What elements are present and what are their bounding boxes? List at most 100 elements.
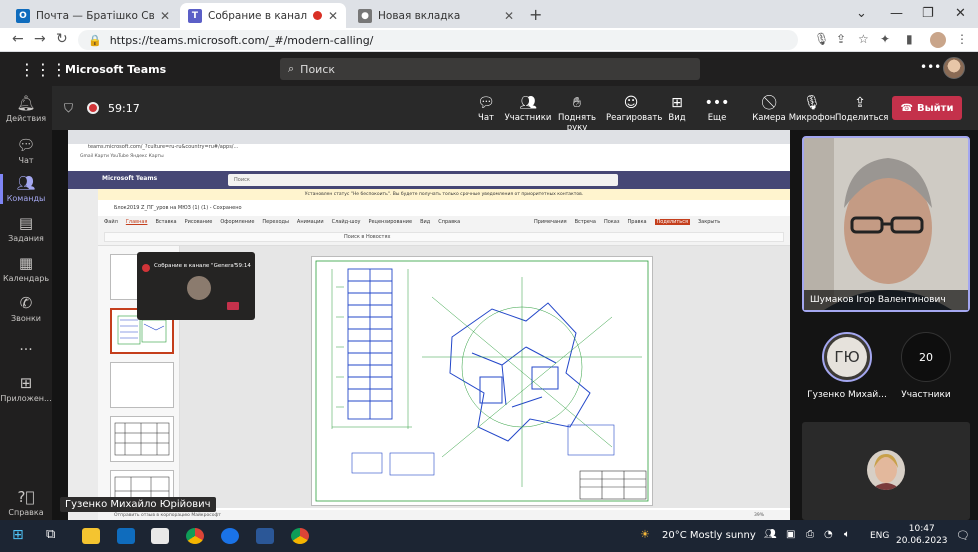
react-button[interactable]: ☺ Реагировать [606, 95, 662, 123]
more-options-icon[interactable]: ••• [920, 60, 941, 74]
notification-icon[interactable]: 🗨︎ [956, 529, 970, 542]
browser-tab-teams[interactable]: T Собрание в канале "Genera ✕ [180, 3, 346, 28]
close-tab-icon[interactable]: ✕ [160, 9, 170, 23]
side-panel-icon[interactable]: ▮ [906, 32, 913, 46]
mini-avatar [187, 276, 211, 300]
url-field[interactable]: 🔒 https://teams.microsoft.com/_#/modern-… [78, 30, 798, 50]
chat-icon: 💬︎ [16, 136, 36, 154]
share-button[interactable]: ⇪ Поделиться [835, 95, 888, 123]
browser-tab-outlook[interactable]: O Почта — Братішко Світлана Ми... ✕ [8, 3, 178, 28]
windows-start-icon[interactable]: ⊞ [12, 527, 24, 543]
shared-browser-tabs [68, 130, 790, 144]
shared-url: teams.microsoft.com/_?culture=ru-ru&coun… [68, 144, 790, 154]
people-icon[interactable]: 👥︎ [764, 529, 777, 540]
volume-icon[interactable]: 🔈︎ [844, 529, 850, 540]
slide-thumb [110, 362, 174, 408]
mic-permission-icon[interactable]: 🎙 [814, 32, 829, 46]
rail-item-calendar[interactable]: ▦ Календарь [0, 254, 52, 283]
chrome-taskbar-icon-2[interactable] [291, 528, 309, 544]
printer-icon[interactable]: ⎙ [806, 529, 814, 540]
network-icon[interactable]: ◔ [824, 529, 833, 540]
slide-thumb [110, 416, 174, 462]
task-view-icon[interactable]: ⧉ [46, 527, 55, 542]
rail-item-apps[interactable]: ⊞ Приложен... [0, 374, 52, 403]
weather-text[interactable]: 20°C Mostly sunny [662, 530, 756, 541]
recording-icon [312, 11, 322, 20]
meeting-timer: 59:17 [108, 102, 140, 115]
rail-item-assignments[interactable]: ▤ Задания [0, 214, 52, 243]
browser-menu-icon[interactable]: ⋮ [956, 32, 968, 46]
forward-icon[interactable]: → [34, 31, 46, 47]
rail-item-help[interactable]: ?⃝ Справка [0, 488, 52, 517]
participant-count-bubble[interactable]: 20 [901, 332, 951, 382]
participants-icon: 👥︎ [519, 95, 537, 111]
teams-brand: Microsoft Teams [65, 63, 167, 76]
app-badge-icon[interactable] [221, 528, 239, 544]
extensions-icon[interactable]: ✦ [880, 32, 890, 46]
left-app-rail: 🔔︎ Действия 💬︎ Чат 👥︎ Команды ▤ Задания ▦ Кал… [0, 86, 52, 520]
file-explorer-icon[interactable] [82, 528, 100, 544]
leave-button[interactable]: ☎ Выйти [892, 96, 962, 120]
calendar-icon: ▦ [18, 254, 34, 272]
recording-indicator-icon [87, 102, 99, 114]
teams-tray-icon[interactable]: ▣ [786, 529, 795, 540]
apps-icon: ⊞ [19, 374, 33, 392]
more-icon: ••• [704, 95, 730, 111]
search-icon: ⌕ [288, 62, 295, 75]
participant-small-avatar [867, 450, 905, 490]
close-tab-icon[interactable]: ✕ [328, 9, 338, 23]
rail-item-chat[interactable]: 💬︎ Чат [0, 136, 52, 165]
chrome-icon: ● [358, 8, 372, 23]
chrome-taskbar-icon[interactable] [186, 528, 204, 544]
rail-item-teams[interactable]: 👥︎ Команды [0, 174, 52, 204]
architectural-drawing [311, 256, 653, 506]
weather-icon: ☀ [640, 528, 650, 541]
app-launcher-icon[interactable]: ⋮⋮⋮ [19, 60, 67, 79]
shared-screen: teams.microsoft.com/_?culture=ru-ru&coun… [68, 130, 790, 522]
participant-avatar-gyu[interactable]: ГЮ [822, 332, 872, 382]
mini-meeting-window: Собрание в канале "Genera" 59:14 [137, 252, 255, 320]
lock-icon: 🔒 [88, 33, 102, 47]
help-icon: ?⃝ [17, 488, 35, 506]
language-indicator[interactable]: ENG [870, 531, 889, 541]
new-tab-icon[interactable]: + [529, 5, 542, 24]
rail-item-calls[interactable]: ✆ Звонки [0, 294, 52, 323]
rail-item-activity[interactable]: 🔔︎ Действия [0, 94, 52, 123]
back-icon[interactable]: ← [12, 31, 24, 47]
participant-count-label: Участники [901, 390, 951, 400]
raise-hand-button[interactable]: ✋︎ Поднять руку [552, 95, 602, 133]
teams-icon: T [188, 8, 202, 23]
browser-tab-new[interactable]: ● Новая вкладка ✕ [350, 3, 522, 28]
shared-doc-title: Блок2019 Z_ПГ_уров на МЮЗ (1) (1) - Сохр… [98, 200, 790, 216]
rail-item-more[interactable]: ... [0, 338, 52, 354]
teams-people-icon: 👥︎ [16, 174, 36, 192]
close-window-icon[interactable]: ✕ [955, 6, 966, 21]
word-icon[interactable] [256, 528, 274, 544]
store-icon[interactable] [151, 528, 169, 544]
profile-avatar[interactable] [930, 32, 946, 48]
hangup-icon: ☎ [900, 102, 913, 114]
participant-name-main: Шумаков Ігор Валентинович [804, 290, 968, 310]
tab-search-icon[interactable]: ⌄ [856, 6, 867, 21]
share-page-icon[interactable]: ⇪ [836, 32, 846, 46]
taskbar-clock[interactable]: 10:47 20.06.2023 [896, 523, 948, 547]
user-avatar[interactable] [943, 57, 965, 79]
shared-dnd-warning: Установлен статус "Не беспокоить". Вы бу… [98, 189, 790, 200]
reload-icon[interactable]: ↻ [56, 31, 68, 47]
mini-hangup-icon [227, 302, 239, 310]
shared-news-search: Поиск в Новостях [344, 234, 391, 240]
shared-search: Поиск [228, 174, 618, 186]
shared-teams-brand: Microsoft Teams [102, 175, 158, 182]
hand-icon: ✋︎ [573, 95, 581, 111]
mail-icon[interactable] [117, 528, 135, 544]
more-button[interactable]: ••• Еще [692, 95, 742, 123]
restore-icon[interactable]: ❐ [922, 6, 934, 21]
bookmark-star-icon[interactable]: ☆ [858, 32, 869, 46]
teams-search-input[interactable]: ⌕ Поиск [280, 58, 700, 80]
close-tab-icon[interactable]: ✕ [504, 9, 514, 23]
participant-video-main[interactable] [802, 136, 970, 312]
shared-bookmarks: Gmail Карти YouTube Яндекс Карты [68, 154, 790, 163]
minimize-icon[interactable]: — [890, 6, 903, 21]
participants-button[interactable]: 👥︎ Участники [503, 95, 553, 123]
microphone-button[interactable]: 🎙︎ Микрофон [787, 95, 837, 123]
